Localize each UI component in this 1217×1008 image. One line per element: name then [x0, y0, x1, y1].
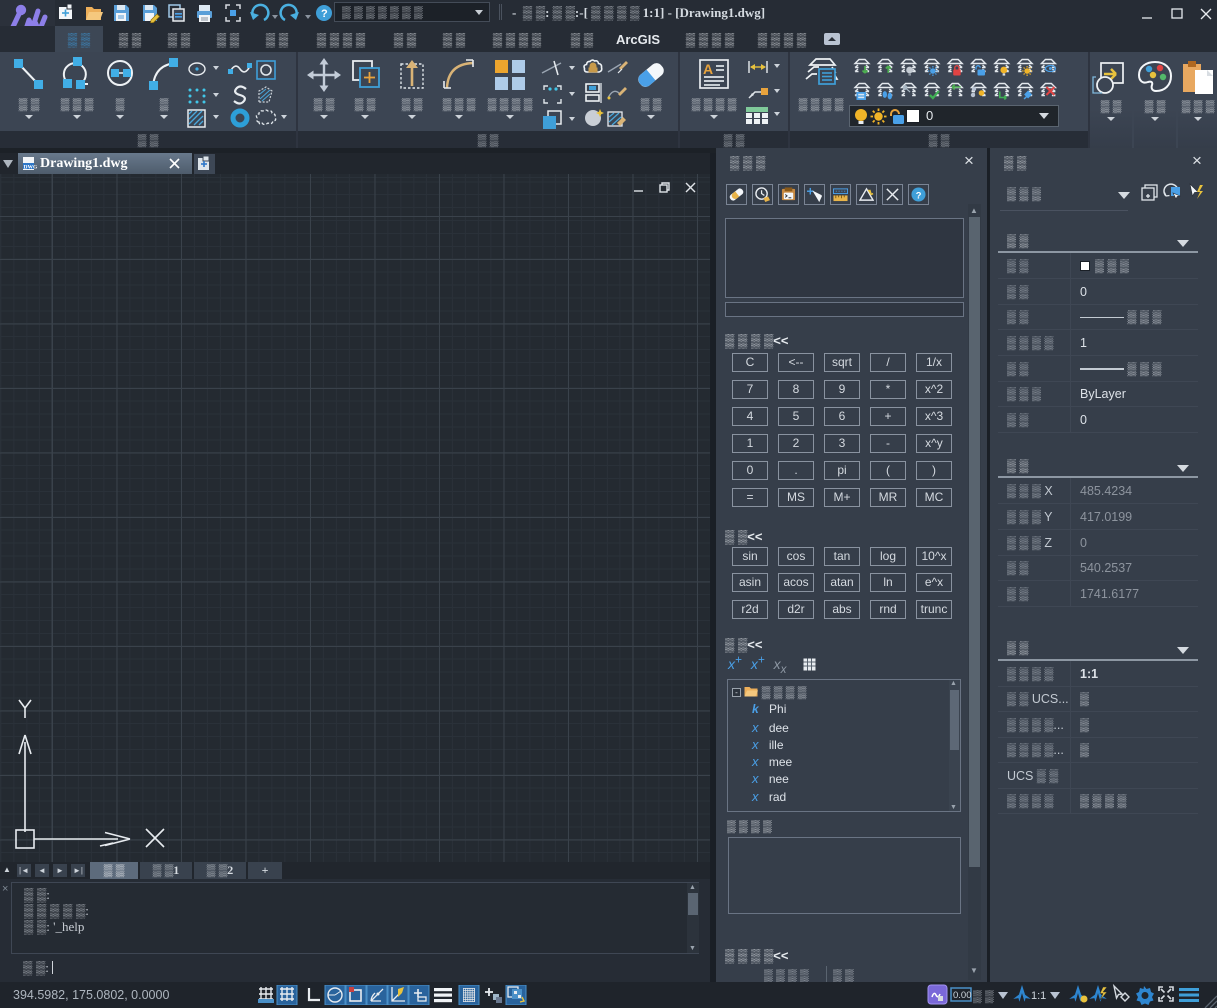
svg-text:A: A: [703, 61, 714, 77]
svg-text:1:1: 1:1: [1031, 990, 1046, 1002]
svg-text:DWG: DWG: [24, 165, 38, 171]
svg-text:?: ?: [321, 8, 328, 20]
svg-text:?: ?: [916, 190, 922, 200]
svg-text:0.00: 0.00: [953, 990, 972, 1001]
